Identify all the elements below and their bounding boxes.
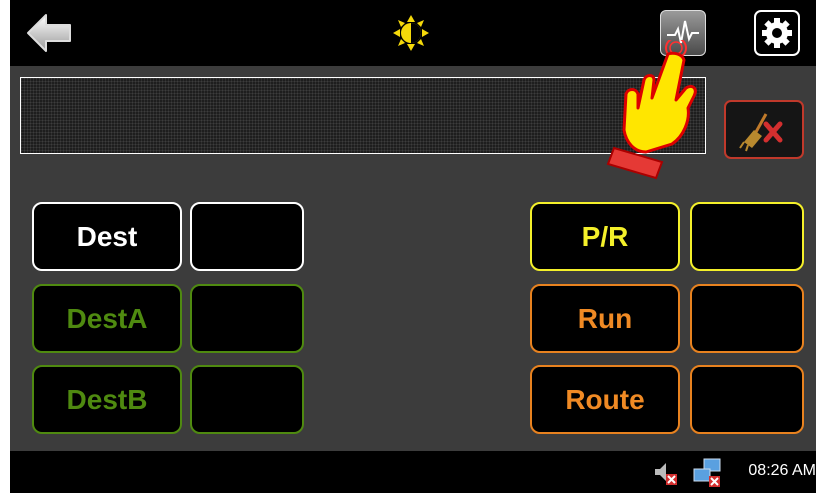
network-disconnected-icon[interactable] [692,457,724,489]
destb-key[interactable]: DestB [32,365,182,434]
dest-value-field[interactable] [190,202,304,271]
destb-key-label: DestB [66,383,148,415]
dest-key-label: Dest [76,220,138,252]
back-arrow-icon [27,14,71,52]
taskbar: 08:26 AM [10,451,816,493]
pr-value-field[interactable] [690,202,804,271]
speaker-muted-icon[interactable] [652,459,680,487]
run-value-field[interactable] [690,284,804,353]
settings-button[interactable] [754,10,800,56]
pr-key-label: P/R [581,220,629,252]
brightness-icon [393,15,429,51]
message-display [20,77,706,154]
gear-icon [762,18,792,48]
pr-key[interactable]: P/R [530,202,680,271]
back-button[interactable] [26,13,72,53]
destb-value-field[interactable] [190,365,304,434]
route-key[interactable]: Route [530,365,680,434]
broom-clear-icon [739,113,783,152]
run-key-label: Run [577,302,633,334]
route-value-field[interactable] [690,365,804,434]
top-toolbar [10,0,816,66]
run-key[interactable]: Run [530,284,680,353]
dest-key[interactable]: Dest [32,202,182,271]
waveform-icon [667,20,699,44]
desta-key[interactable]: DestA [32,284,182,353]
desta-key-label: DestA [66,302,148,334]
route-key-label: Route [565,383,645,415]
brightness-button[interactable] [392,14,430,52]
clear-display-button[interactable] [724,100,804,159]
taskbar-clock: 08:26 AM [748,462,816,479]
desta-value-field[interactable] [190,284,304,353]
terminal-screen: Dest DestA DestB P/R Run Route 08:26 AM [10,0,816,493]
waveform-button[interactable] [660,10,706,56]
